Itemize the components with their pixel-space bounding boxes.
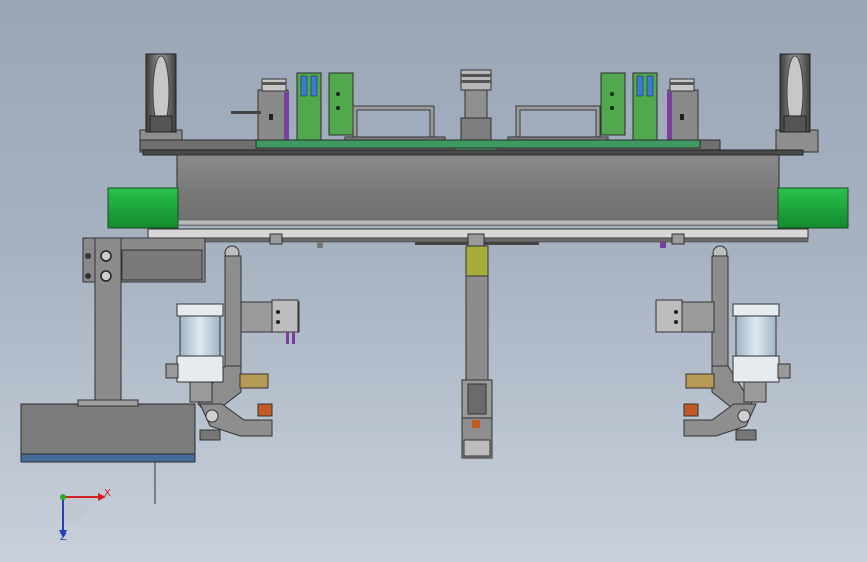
main-beam: [176, 154, 780, 226]
right-caster: [775, 53, 819, 153]
left-green-end-block: [107, 187, 179, 229]
triad-plane: [63, 497, 90, 524]
y-axis-dot: [60, 494, 66, 500]
center-locator-pin: [454, 69, 498, 151]
left-locator-block: [231, 78, 289, 143]
right-locator-block: [667, 78, 699, 143]
right-clamp-jaw: [683, 403, 757, 441]
z-axis-label: Z: [60, 532, 67, 543]
right-green-clamp-blocks: [600, 72, 658, 142]
x-axis-label: X: [104, 488, 111, 499]
cad-viewport[interactable]: X Z: [0, 0, 867, 562]
right-handle: [507, 105, 609, 144]
left-handle: [344, 105, 446, 144]
center-hanging-column: [461, 233, 493, 459]
left-green-clamp-blocks: [296, 72, 354, 142]
left-clamp-jaw: [199, 403, 273, 441]
fixture-drawing: X Z: [20, 53, 849, 543]
left-caster: [139, 53, 183, 153]
axis-triad: X Z: [59, 488, 111, 543]
right-green-end-block: [777, 187, 849, 229]
